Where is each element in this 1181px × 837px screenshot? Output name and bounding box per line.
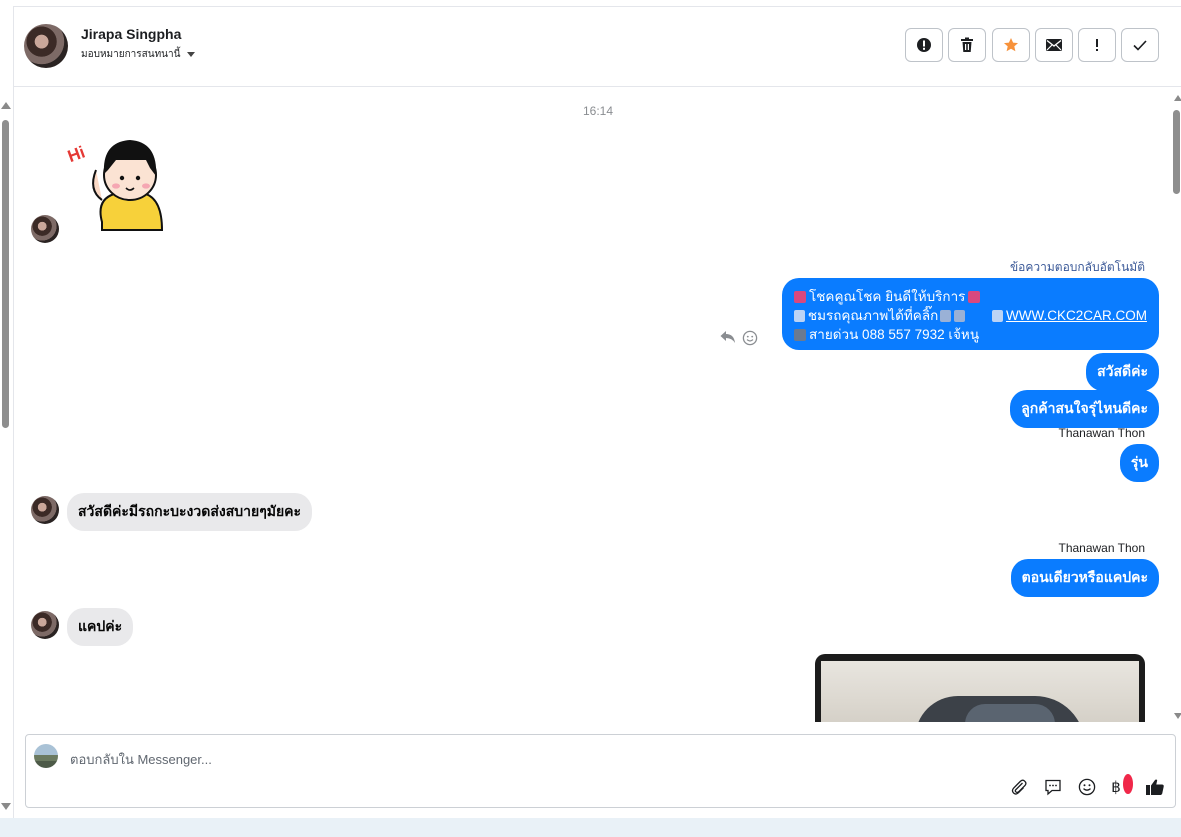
check-icon [1133, 40, 1147, 51]
payment-button[interactable]: ฿ [1111, 774, 1133, 797]
mark-spam-button[interactable] [905, 28, 943, 62]
emoji-icon [1078, 778, 1096, 796]
assign-label: มอบหมายการสนทนานี้ [81, 49, 181, 60]
thread-scrollbar[interactable] [1172, 88, 1181, 722]
reply-input[interactable]: ตอบกลับใน Messenger... [70, 749, 212, 770]
sender-name: Thanawan Thon [1058, 426, 1145, 440]
auto-reply-text-3: สายด่วน 088 557 7932 เจ้หนู [809, 327, 980, 342]
reply-composer[interactable]: ตอบกลับใน Messenger... ฿ [25, 734, 1176, 808]
page-scrollbar[interactable] [0, 96, 12, 818]
play-emoji-icon [992, 309, 1003, 322]
follow-up-button[interactable] [1078, 28, 1116, 62]
mark-done-button[interactable] [1121, 28, 1159, 62]
down-arrow-emoji-icon [954, 309, 966, 322]
message-actions [720, 330, 758, 346]
ribbon-emoji-icon [794, 290, 806, 303]
attach-button[interactable] [1009, 777, 1029, 797]
delete-button[interactable] [948, 28, 986, 62]
auto-reply-message[interactable]: โชคคูณโชค ยินดีให้บริการ ชมรถคุณภาพได้ที… [782, 278, 1159, 350]
auto-reply-label: ข้อความตอบกลับอัตโนมัติ [1009, 260, 1145, 274]
baht-icon: ฿ [1111, 778, 1121, 796]
scroll-thumb[interactable] [1173, 110, 1180, 194]
outgoing-message[interactable]: ลูกค้าสนใจรุ่ไหนดีคะ [1010, 390, 1159, 428]
reply-icon[interactable] [720, 330, 736, 344]
star-button[interactable] [992, 28, 1030, 62]
outgoing-message[interactable]: รุ่น [1119, 444, 1159, 482]
app-root: Jirapa Singpha มอบหมายการสนทนานี้ 16:14 … [0, 0, 1181, 837]
emoji-button[interactable] [1077, 777, 1097, 797]
contact-avatar-small[interactable] [31, 611, 59, 639]
alert-circle-icon [917, 38, 931, 52]
phone-emoji-icon [794, 328, 806, 341]
outgoing-message[interactable]: สวัสดีค่ะ [1086, 353, 1159, 391]
scroll-down-arrow[interactable] [1, 803, 11, 810]
contact-name[interactable]: Jirapa Singpha [81, 26, 181, 42]
assign-conversation-dropdown[interactable]: มอบหมายการสนทนานี้ [81, 47, 196, 62]
composer-toolbar: ฿ [1009, 774, 1165, 797]
conversation-pane: Jirapa Singpha มอบหมายการสนทนานี้ 16:14 … [13, 6, 1181, 818]
saved-replies-button[interactable] [1043, 777, 1063, 797]
svg-text:Hi: Hi [66, 143, 88, 167]
star-icon [1004, 38, 1018, 52]
emoji-react-icon[interactable] [742, 330, 758, 346]
incoming-message[interactable]: สวัสดีค่ะมีรถกะบะงวดส่งสบายๆมัยคะ [67, 493, 313, 531]
scroll-up-arrow[interactable] [1, 102, 11, 109]
thumbs-up-icon [1146, 779, 1164, 795]
paperclip-icon [1011, 779, 1027, 795]
ribbon-emoji-icon [968, 290, 981, 303]
contact-avatar[interactable] [24, 24, 68, 68]
mail-icon [1046, 39, 1062, 51]
contact-avatar-small[interactable] [31, 215, 59, 243]
scroll-up-arrow[interactable] [1174, 95, 1181, 101]
message-timestamp: 16:14 [582, 104, 614, 118]
scroll-down-arrow[interactable] [1174, 713, 1181, 719]
trash-icon [961, 37, 973, 52]
like-button[interactable] [1145, 777, 1165, 797]
car-photo-message[interactable] [815, 654, 1145, 722]
outgoing-message[interactable]: ตอนเดียวหรือแคปคะ [1010, 559, 1159, 597]
exclamation-icon [1096, 39, 1098, 51]
auto-reply-text-2: ชมรถคุณภาพได้ที่คลิ๊ก [807, 308, 939, 323]
window-bottom-strip [0, 818, 1181, 837]
auto-reply-line-2: ชมรถคุณภาพได้ที่คลิ๊ก WWW.CKC2CAR.COM [794, 306, 1147, 325]
contact-avatar-small[interactable] [31, 496, 59, 524]
down-arrow-emoji-icon [940, 309, 952, 322]
auto-reply-line-1: โชคคูณโชค ยินดีให้บริการ [794, 287, 1147, 306]
incoming-message[interactable]: แคปค่ะ [67, 608, 134, 646]
notification-dot [1123, 774, 1133, 794]
conversation-header: Jirapa Singpha มอบหมายการสนทนานี้ [14, 7, 1181, 87]
mark-unread-button[interactable] [1035, 28, 1073, 62]
auto-reply-line-3: สายด่วน 088 557 7932 เจ้หนู [794, 325, 1147, 344]
auto-reply-text-1: โชคคูณโชค ยินดีให้บริการ [809, 289, 966, 304]
play-emoji-icon [794, 309, 805, 322]
car-window [965, 704, 1055, 722]
website-link[interactable]: WWW.CKC2CAR.COM [1006, 306, 1147, 325]
hi-sticker-image[interactable]: Hi [66, 130, 176, 238]
scroll-thumb[interactable] [2, 120, 9, 428]
page-avatar [34, 744, 58, 768]
caret-down-icon [187, 52, 196, 57]
sender-name: Thanawan Thon [1058, 541, 1145, 555]
chat-bubble-icon [1045, 779, 1061, 796]
message-thread: 16:14 Hi ข้อความตอบกลับอัตโนมัติ โชคคูณโ… [14, 88, 1181, 722]
